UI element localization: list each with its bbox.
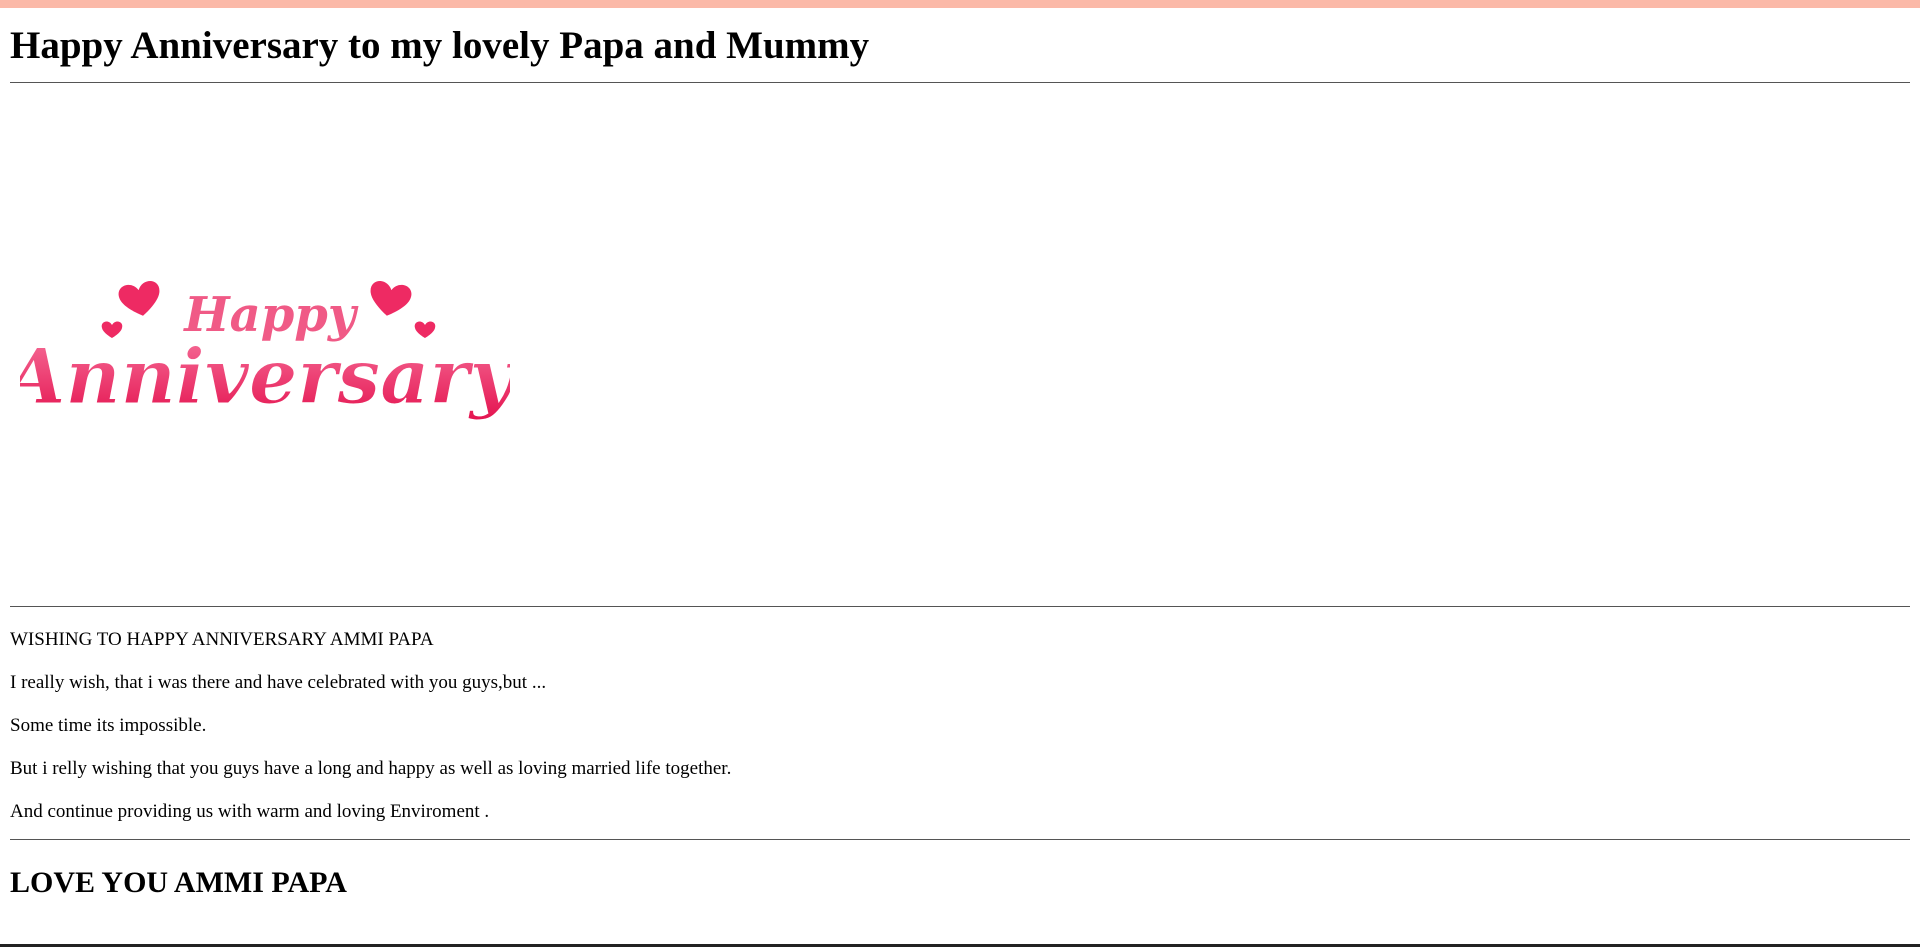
- top-color-strip: [0, 0, 1920, 8]
- banner-image-container: Happy Anniversary: [10, 83, 1910, 606]
- page-content: Happy Anniversary to my lovely Papa and …: [10, 8, 1910, 900]
- message-line: WISHING TO HAPPY ANNIVERSARY AMMI PAPA: [10, 629, 434, 650]
- closing-heading: LOVE YOU AMMI PAPA: [10, 866, 347, 899]
- banner-text-anniversary: Anniversary: [20, 332, 510, 421]
- message-block: WISHING TO HAPPY ANNIVERSARY AMMI PAPA I…: [10, 607, 1910, 839]
- anniversary-banner-image: Happy Anniversary: [20, 281, 510, 422]
- message-line: Some time its impossible.: [10, 715, 207, 736]
- message-line: But i relly wishing that you guys have a…: [10, 758, 732, 779]
- heart-icon: [370, 281, 412, 316]
- divider: [10, 839, 1910, 840]
- heart-icon: [118, 281, 160, 316]
- page-title: Happy Anniversary to my lovely Papa and …: [10, 24, 870, 67]
- message-line: I really wish, that i was there and have…: [10, 672, 547, 693]
- message-line: And continue providing us with warm and …: [10, 801, 490, 822]
